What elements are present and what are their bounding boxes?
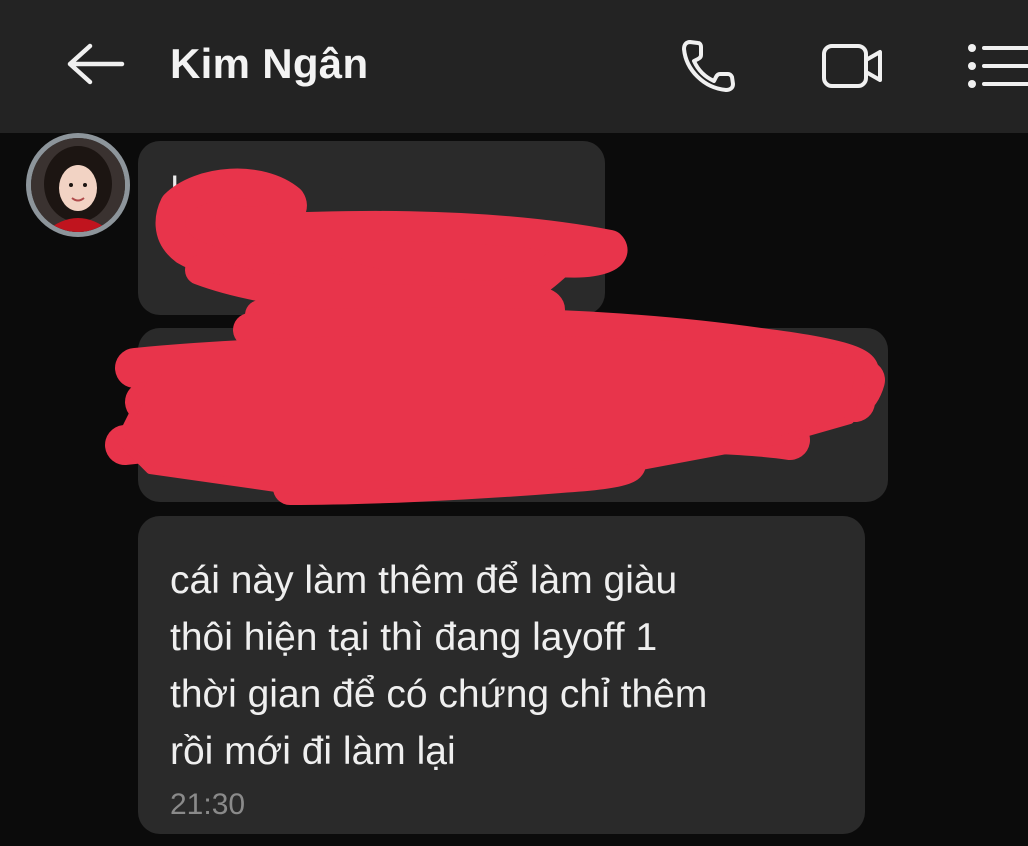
arrow-left-icon	[67, 43, 125, 85]
message-bubble-2[interactable]	[138, 328, 888, 502]
back-button[interactable]	[60, 36, 132, 92]
message-bubble-3[interactable]: cái này làm thêm để làm giàu thôi hiện t…	[138, 516, 865, 834]
video-call-button[interactable]	[818, 34, 884, 98]
phone-icon	[682, 40, 735, 92]
message-text-3: cái này làm thêm để làm giàu thôi hiện t…	[170, 559, 708, 773]
message-timestamp: 21:30	[170, 788, 246, 821]
message-text-1: I	[170, 169, 180, 207]
chat-screen: Kim Ngân I cái này làm thêm để làm giàu …	[0, 0, 1028, 846]
menu-button[interactable]	[962, 34, 1028, 98]
message-bubble-1[interactable]: I	[138, 141, 605, 315]
chat-header: Kim Ngân	[0, 0, 1028, 133]
contact-name[interactable]: Kim Ngân	[170, 40, 368, 88]
contact-avatar[interactable]	[26, 133, 130, 237]
avatar-photo	[31, 138, 125, 232]
list-menu-icon	[968, 44, 1028, 88]
voice-call-button[interactable]	[676, 34, 742, 98]
video-camera-icon	[822, 44, 882, 88]
